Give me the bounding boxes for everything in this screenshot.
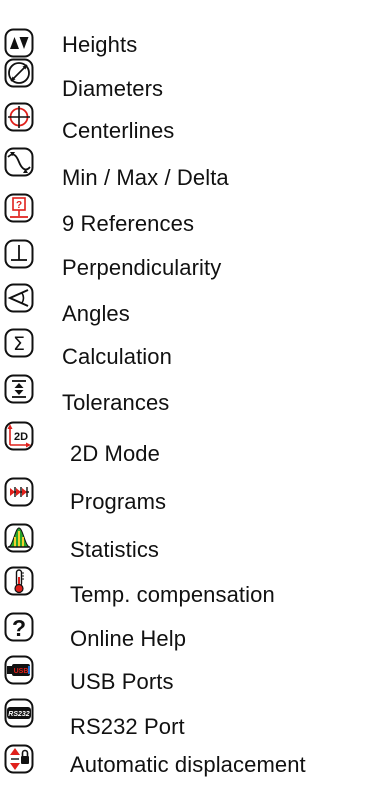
references-icon: ?	[4, 193, 34, 223]
rs232-icon: RS232	[4, 698, 34, 728]
diameter-icon	[4, 58, 34, 88]
usb-icon-text: USB	[14, 668, 29, 675]
item-label-programs: Programs	[70, 489, 167, 514]
heights-icon	[4, 28, 34, 58]
min-max-icon	[4, 147, 34, 177]
2d-mode-icon-text: 2D	[14, 431, 28, 443]
item-label-automatic-displacement: Automatic displacement	[70, 752, 306, 777]
item-label-diameters: Diameters	[62, 76, 164, 101]
item-label-temp-compensation: Temp. compensation	[70, 582, 275, 607]
rs232-icon-text: RS232	[8, 711, 30, 718]
programs-icon	[4, 477, 34, 507]
item-label-tolerances: Tolerances	[62, 390, 170, 415]
help-icon: ?	[4, 612, 34, 642]
help-icon-text: ?	[12, 615, 26, 641]
item-label-angles: Angles	[62, 301, 130, 326]
item-label-9-references: 9 References	[62, 211, 195, 236]
item-label-rs232-port: RS232 Port	[70, 714, 185, 739]
item-label-statistics: Statistics	[70, 537, 160, 562]
centerline-icon	[4, 102, 34, 132]
item-label-calculation: Calculation	[62, 344, 172, 369]
2d-mode-icon: 2D	[4, 421, 34, 451]
item-label-perpendicularity: Perpendicularity	[62, 255, 222, 280]
svg-text:?: ?	[16, 200, 22, 211]
svg-text:Σ: Σ	[13, 333, 25, 355]
item-label-online-help: Online Help	[70, 626, 187, 651]
item-label-centerlines: Centerlines	[62, 118, 175, 143]
usb-icon: USB	[4, 655, 34, 685]
item-label-heights: Heights	[62, 32, 138, 57]
tolerance-icon	[4, 374, 34, 404]
thermometer-icon	[4, 566, 34, 596]
item-label-usb-ports: USB Ports	[70, 669, 174, 694]
statistics-icon	[4, 523, 34, 553]
item-label-2d-mode: 2D Mode	[70, 441, 160, 466]
item-label-min-max-delta: Min / Max / Delta	[62, 165, 229, 190]
sigma-icon: Σ	[4, 328, 34, 358]
angle-icon	[4, 283, 34, 313]
auto-displacement-icon	[4, 744, 34, 774]
perpendicular-icon	[4, 239, 34, 269]
